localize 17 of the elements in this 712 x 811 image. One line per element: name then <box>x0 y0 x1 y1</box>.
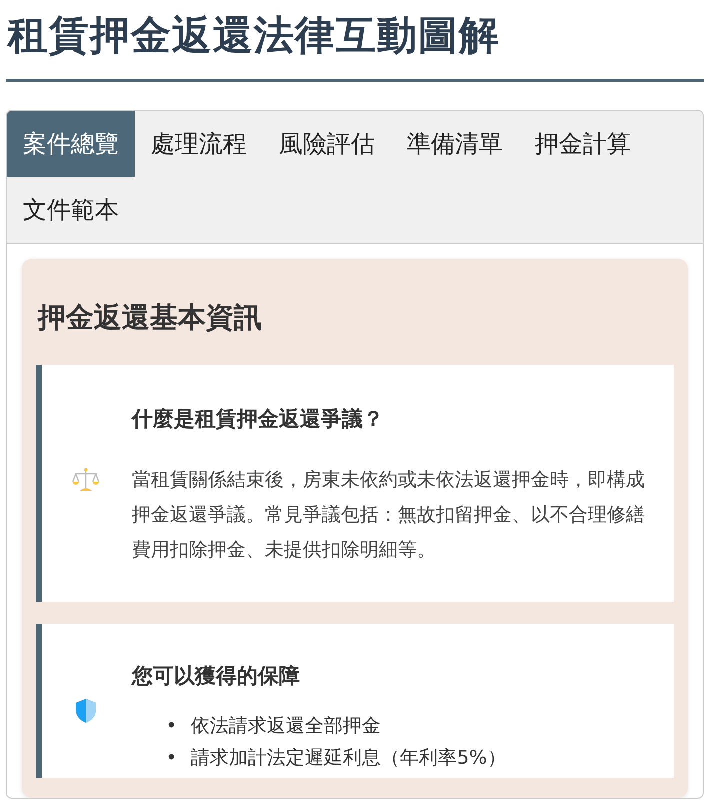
list-item: 依法請求返還全部押金 <box>191 714 382 739</box>
bullet: • <box>166 714 178 739</box>
page-title: 租賃押金返還法律互動圖解 <box>8 12 501 61</box>
card-text: 當租賃關係結束後，房東未依約或未依法返還押金時，即構成押金返還爭議。常見爭議包括：無故扣留押金、以不合理修繕費用扣除押金、未提供扣除明細等。 <box>132 468 646 563</box>
tab[interactable]: 風險評估 <box>263 111 391 177</box>
shield-icon <box>74 698 98 724</box>
section-heading: 押金返還基本資訊 <box>38 300 263 336</box>
tab[interactable]: 文件範本 <box>7 177 135 243</box>
card-title: 您可以獲得的保障 <box>132 663 301 690</box>
bullet: • <box>166 746 178 771</box>
list-item: 請求加計法定遲延利息（年利率5%） <box>191 746 506 771</box>
scales-icon <box>72 466 100 492</box>
tab[interactable]: 處理流程 <box>135 111 263 177</box>
tab[interactable]: 押金計算 <box>519 111 647 177</box>
tab[interactable]: 準備清單 <box>391 111 519 177</box>
tab[interactable]: 案件總覽 <box>7 111 135 177</box>
card-title: 什麼是租賃押金返還爭議？ <box>132 406 385 433</box>
